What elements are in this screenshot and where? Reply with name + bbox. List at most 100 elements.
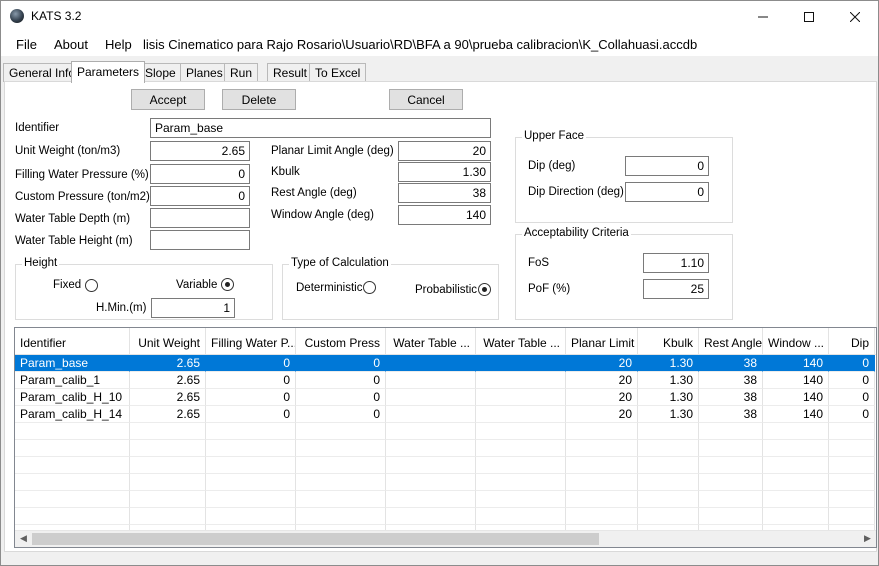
probabilistic-radio[interactable] <box>478 283 491 296</box>
table-cell[interactable] <box>566 508 638 525</box>
table-cell[interactable]: 1.30 <box>638 355 699 372</box>
table-cell[interactable] <box>206 457 296 474</box>
table-row[interactable]: Param_calib_H_14 2.65 0 0 20 1.30 38 140 0 <box>15 406 876 423</box>
table-cell[interactable]: 20 <box>566 372 638 389</box>
hmin-input[interactable]: 1 <box>151 298 235 318</box>
minimize-button[interactable] <box>740 1 786 32</box>
tab-result[interactable]: Result <box>267 63 314 82</box>
table-cell[interactable] <box>476 423 566 440</box>
fos-input[interactable]: 1.10 <box>643 253 709 273</box>
table-cell[interactable]: 38 <box>699 406 763 423</box>
identifier-input[interactable]: Param_base <box>150 118 491 138</box>
table-cell[interactable]: 2.65 <box>130 406 206 423</box>
table-cell[interactable]: 140 <box>763 355 829 372</box>
table-cell[interactable]: 1.30 <box>638 389 699 406</box>
table-cell[interactable] <box>638 440 699 457</box>
table-cell[interactable] <box>386 406 476 423</box>
tab-run[interactable]: Run <box>224 63 259 82</box>
water-table-height-input[interactable] <box>150 230 250 250</box>
table-cell[interactable] <box>130 423 206 440</box>
tab-to-excel[interactable]: To Excel <box>309 63 367 82</box>
table-cell[interactable] <box>130 440 206 457</box>
cancel-button[interactable]: Cancel <box>389 89 463 110</box>
table-cell[interactable]: Param_calib_H_10 <box>15 389 130 406</box>
table-cell[interactable] <box>15 440 130 457</box>
table-cell[interactable]: 0 <box>829 406 875 423</box>
table-cell[interactable] <box>476 355 566 372</box>
col-identifier[interactable]: Identifier <box>15 328 130 355</box>
scroll-thumb[interactable] <box>32 533 599 545</box>
tab-planes[interactable]: Planes <box>180 63 229 82</box>
table-cell[interactable]: Param_calib_H_14 <box>15 406 130 423</box>
deterministic-radio[interactable] <box>363 281 376 294</box>
col-water-table-depth[interactable]: Water Table ... <box>386 328 476 355</box>
col-custom-pressure[interactable]: Custom Press <box>296 328 386 355</box>
kbulk-input[interactable]: 1.30 <box>398 162 491 182</box>
table-cell[interactable]: 0 <box>206 355 296 372</box>
horizontal-scrollbar[interactable]: ◀ ▶ <box>15 530 876 547</box>
table-cell[interactable]: 2.65 <box>130 372 206 389</box>
table-cell[interactable]: 1.30 <box>638 372 699 389</box>
table-cell[interactable] <box>206 423 296 440</box>
table-cell[interactable] <box>829 423 875 440</box>
table-cell[interactable] <box>699 423 763 440</box>
menu-file[interactable]: File <box>16 37 37 52</box>
empty-table-row[interactable] <box>15 423 876 440</box>
table-cell[interactable] <box>296 440 386 457</box>
table-cell[interactable] <box>296 491 386 508</box>
table-cell[interactable]: 20 <box>566 406 638 423</box>
col-water-table-height[interactable]: Water Table ... <box>476 328 566 355</box>
table-cell[interactable] <box>476 474 566 491</box>
table-cell[interactable] <box>566 440 638 457</box>
table-cell[interactable]: 0 <box>206 372 296 389</box>
table-cell[interactable] <box>476 389 566 406</box>
table-cell[interactable]: 38 <box>699 372 763 389</box>
table-cell[interactable] <box>638 491 699 508</box>
table-cell[interactable]: 0 <box>829 355 875 372</box>
table-cell[interactable] <box>638 423 699 440</box>
table-cell[interactable] <box>130 474 206 491</box>
table-cell[interactable] <box>566 457 638 474</box>
col-window-angle[interactable]: Window ... <box>763 328 829 355</box>
fixed-radio[interactable] <box>85 279 98 292</box>
table-cell[interactable] <box>829 508 875 525</box>
table-cell[interactable] <box>829 440 875 457</box>
table-cell[interactable] <box>829 457 875 474</box>
table-cell[interactable]: 0 <box>829 372 875 389</box>
table-cell[interactable] <box>15 423 130 440</box>
table-cell[interactable] <box>206 508 296 525</box>
table-cell[interactable] <box>130 491 206 508</box>
table-cell[interactable]: 0 <box>296 372 386 389</box>
tab-slope[interactable]: Slope <box>139 63 182 82</box>
table-cell[interactable] <box>296 457 386 474</box>
table-cell[interactable]: 140 <box>763 406 829 423</box>
table-cell[interactable] <box>476 372 566 389</box>
table-cell[interactable] <box>699 491 763 508</box>
table-cell[interactable] <box>638 474 699 491</box>
scroll-right-arrow-icon[interactable]: ▶ <box>859 533 876 546</box>
table-cell[interactable] <box>763 508 829 525</box>
table-cell[interactable] <box>386 389 476 406</box>
col-planar-limit[interactable]: Planar Limit <box>566 328 638 355</box>
tab-general-info[interactable]: General Info <box>3 63 82 82</box>
table-cell[interactable]: 38 <box>699 355 763 372</box>
table-row[interactable]: Param_calib_1 2.65 0 0 20 1.30 38 140 0 <box>15 372 876 389</box>
table-cell[interactable] <box>566 474 638 491</box>
table-cell[interactable]: 38 <box>699 389 763 406</box>
table-cell[interactable] <box>386 474 476 491</box>
table-cell[interactable] <box>699 457 763 474</box>
table-cell[interactable] <box>476 440 566 457</box>
table-cell[interactable]: 0 <box>206 406 296 423</box>
table-cell[interactable] <box>296 423 386 440</box>
empty-table-row[interactable] <box>15 491 876 508</box>
table-cell[interactable]: 0 <box>296 389 386 406</box>
water-table-depth-input[interactable] <box>150 208 250 228</box>
table-cell[interactable]: 140 <box>763 389 829 406</box>
table-cell[interactable] <box>296 508 386 525</box>
table-cell[interactable] <box>386 440 476 457</box>
table-cell[interactable] <box>130 508 206 525</box>
pof-input[interactable]: 25 <box>643 279 709 299</box>
table-cell[interactable] <box>763 457 829 474</box>
table-cell[interactable] <box>206 440 296 457</box>
col-unit-weight[interactable]: Unit Weight <box>130 328 206 355</box>
